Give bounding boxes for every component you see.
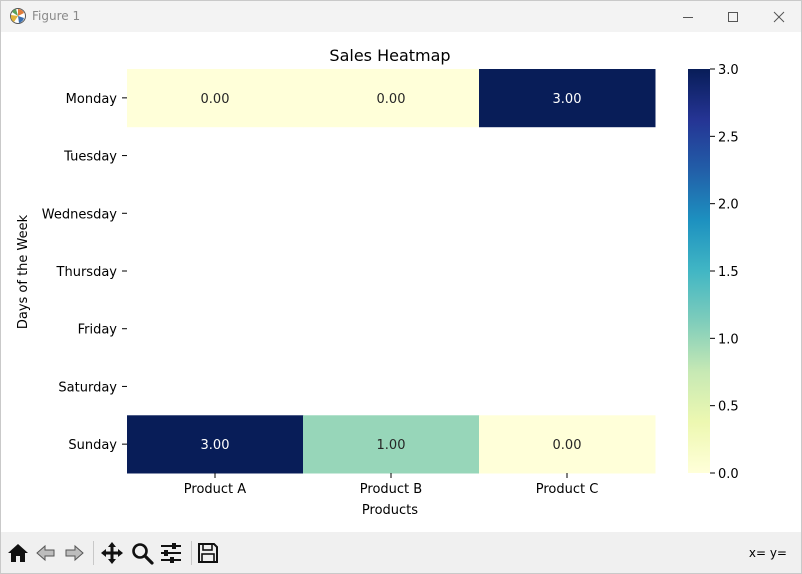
colorbar — [688, 69, 710, 473]
home-icon — [8, 544, 28, 562]
configure-subplots-icon — [161, 543, 181, 563]
y-tick-label: Saturday — [58, 380, 117, 395]
figure-canvas: Sales Heatmap 0.00 0.00 3.00 3.00 1.00 0.00 M… — [1, 32, 801, 532]
y-tick-label: Wednesday — [42, 207, 118, 222]
cell-value-label: 0.00 — [201, 92, 230, 107]
cursor-coordinates: x= y= — [748, 546, 787, 560]
toolbar-separator — [93, 541, 94, 565]
y-tick-label: Friday — [78, 323, 118, 338]
forward-arrow-icon — [65, 544, 84, 562]
colorbar-tick-label: 2.5 — [718, 130, 739, 145]
heatmap-chart: Sales Heatmap 0.00 0.00 3.00 3.00 1.00 0.00 M… — [16, 46, 739, 518]
figure-window: Figure 1 Sales Heatmap 0.00 0.00 3.00 3.00 1… — [0, 0, 802, 574]
window-title: Figure 1 — [32, 9, 81, 23]
colorbar-tick-label: 3.0 — [718, 63, 739, 78]
zoom-button[interactable] — [129, 540, 155, 566]
x-axis-label: Products — [362, 503, 418, 518]
maximize-button[interactable] — [710, 1, 756, 32]
matplotlib-app-icon — [10, 8, 26, 24]
maximize-icon — [728, 11, 738, 22]
home-button[interactable] — [5, 540, 31, 566]
chart-title: Sales Heatmap — [329, 46, 450, 65]
x-tick-label: Product A — [184, 482, 246, 497]
back-button[interactable] — [33, 540, 59, 566]
close-button[interactable] — [756, 1, 802, 32]
colorbar-tick-label: 2.0 — [718, 198, 739, 213]
forward-button[interactable] — [61, 540, 87, 566]
close-icon — [773, 11, 785, 22]
y-tick-label: Monday — [66, 92, 118, 107]
y-tick-label: Sunday — [68, 438, 117, 453]
minimize-button[interactable] — [665, 1, 711, 32]
cell-value-label: 0.00 — [377, 92, 406, 107]
cell-value-label: 3.00 — [201, 438, 230, 453]
colorbar-tick-label: 0.5 — [718, 400, 739, 415]
toolbar-separator — [191, 541, 192, 565]
configure-subplots-button[interactable] — [158, 540, 184, 566]
y-tick-label: Thursday — [56, 265, 118, 280]
save-icon — [198, 543, 218, 563]
minimize-icon — [683, 16, 693, 18]
back-arrow-icon — [36, 544, 55, 562]
cell-value-label: 1.00 — [377, 438, 406, 453]
save-button[interactable] — [195, 540, 221, 566]
x-tick-label: Product C — [536, 482, 599, 497]
colorbar-tick-label: 0.0 — [718, 467, 739, 482]
colorbar-tick-label: 1.5 — [718, 265, 739, 280]
cell-value-label: 0.00 — [553, 438, 582, 453]
title-bar: Figure 1 — [1, 1, 801, 32]
pan-icon — [101, 542, 123, 564]
navigation-toolbar: x= y= — [1, 532, 801, 573]
cell-value-label: 3.00 — [553, 92, 582, 107]
zoom-icon — [132, 543, 154, 565]
y-axis-label: Days of the Week — [16, 214, 31, 329]
colorbar-tick-label: 1.0 — [718, 332, 739, 347]
x-tick-label: Product B — [360, 482, 422, 497]
y-tick-label: Tuesday — [63, 150, 117, 165]
pan-button[interactable] — [99, 540, 125, 566]
